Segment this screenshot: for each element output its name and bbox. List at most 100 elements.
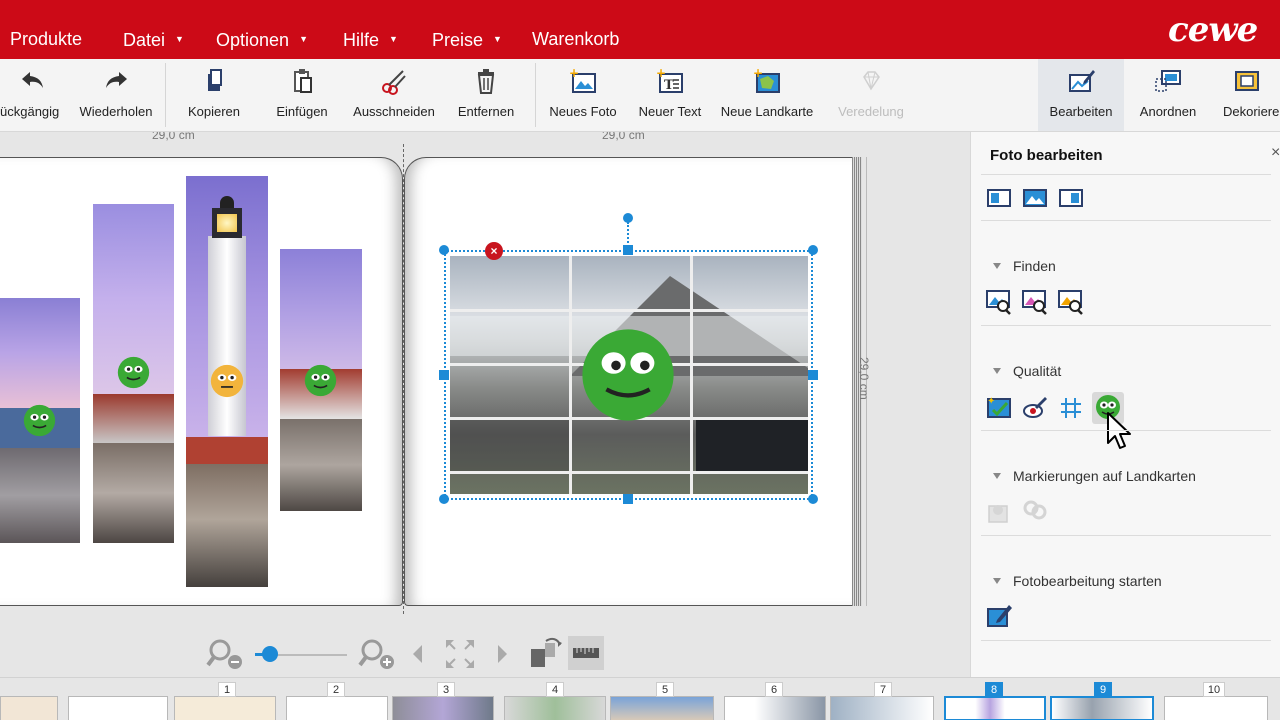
section-map-markers[interactable]: Markierungen auf Landkarten	[993, 468, 1196, 484]
collapse-icon	[993, 473, 1001, 479]
zoom-out-icon[interactable]	[206, 637, 244, 671]
page-thumbnail[interactable]	[504, 696, 606, 720]
page-thumbnail[interactable]	[724, 696, 826, 720]
book-spine	[403, 144, 404, 614]
page-number-selected: 8	[985, 682, 1003, 697]
diamond-icon	[863, 71, 880, 91]
cut-button[interactable]: Ausschneiden	[348, 59, 440, 131]
mouse-cursor-icon	[1107, 412, 1131, 449]
ruler-label-right: 29,0 cm	[602, 132, 645, 142]
canvas-workspace[interactable]: 29,0 cm 29,0 cm 29,0 cm ×	[0, 132, 970, 677]
resize-handle-se[interactable]	[808, 494, 818, 504]
page-number: 1	[218, 682, 236, 697]
section-find[interactable]: Finden	[993, 258, 1056, 274]
page-thumbnail-selected[interactable]	[1050, 696, 1154, 720]
resize-handle-n[interactable]	[623, 245, 633, 255]
resize-handle-w[interactable]	[439, 370, 449, 380]
page-thumbnail[interactable]	[174, 696, 276, 720]
zoom-in-icon[interactable]	[358, 637, 396, 671]
resize-handle-e[interactable]	[808, 370, 818, 380]
page-number: 7	[874, 682, 892, 697]
menu-optionen[interactable]: Optionen ▼	[216, 29, 308, 50]
add-text-icon: T+	[656, 67, 683, 93]
refinement-button[interactable]: Veredelung	[832, 59, 910, 131]
redo-button[interactable]: Wiederholen	[72, 59, 160, 131]
paste-icon	[294, 69, 312, 93]
auto-enhance-icon[interactable]: ✦	[985, 394, 1013, 422]
arrange-tab[interactable]: Anordnen	[1128, 59, 1208, 131]
menu-produkte[interactable]: Produkte	[10, 29, 82, 49]
resize-handle-nw[interactable]	[439, 245, 449, 255]
collapse-icon	[993, 368, 1001, 374]
decorate-tab[interactable]: Dekoriere	[1214, 59, 1280, 131]
zoom-slider-handle[interactable]	[262, 646, 278, 662]
page-number: 4	[546, 682, 564, 697]
divider	[981, 220, 1271, 221]
page-thumbnail[interactable]	[1164, 696, 1268, 720]
resize-handle-sw[interactable]	[439, 494, 449, 504]
toolbar: ückgängig Wiederholen Kopieren Einfügen …	[0, 59, 1280, 183]
divider	[981, 535, 1271, 536]
menu-preise[interactable]: Preise ▼	[432, 29, 502, 50]
chevron-down-icon: ▼	[175, 34, 184, 44]
arrange-icon	[1155, 70, 1181, 92]
delete-element-icon[interactable]: ×	[485, 242, 503, 260]
section-start-editing[interactable]: Fotobearbeitung starten	[993, 573, 1162, 589]
page-thumbnail[interactable]	[830, 696, 934, 720]
ruler-toggle-button[interactable]	[568, 636, 604, 670]
photo-fill-icon[interactable]	[1021, 184, 1049, 212]
next-page-icon[interactable]	[494, 643, 510, 665]
new-map-button[interactable]: + Neue Landkarte	[716, 59, 818, 131]
swap-pages-icon[interactable]	[528, 635, 564, 671]
svg-text:T: T	[664, 78, 674, 93]
page-thumbnail-cover[interactable]	[0, 696, 58, 720]
menu-hilfe[interactable]: Hilfe ▼	[343, 29, 398, 50]
edit-tab[interactable]: Bearbeiten	[1038, 59, 1124, 131]
page-thumbnail[interactable]	[286, 696, 388, 720]
page-thumbnail[interactable]	[68, 696, 168, 720]
page-number: 2	[327, 682, 345, 697]
menu-datei[interactable]: Datei ▼	[123, 29, 184, 50]
edit-photo-start-icon[interactable]	[985, 602, 1013, 630]
fit-page-icon[interactable]	[443, 637, 477, 671]
find-photo-icon[interactable]	[985, 287, 1013, 315]
grid-overlay-icon[interactable]	[1057, 394, 1085, 422]
chevron-down-icon: ▼	[493, 34, 502, 44]
chevron-down-icon: ▼	[299, 34, 308, 44]
page-thumbnail[interactable]	[392, 696, 494, 720]
remove-button[interactable]: Entfernen	[450, 59, 522, 131]
divider	[981, 430, 1271, 431]
menu-warenkorb[interactable]: Warenkorb	[532, 29, 619, 49]
zoom-bar	[0, 632, 970, 677]
red-eye-icon[interactable]	[1021, 394, 1049, 422]
previous-page-icon[interactable]	[410, 643, 426, 665]
new-text-button[interactable]: T + Neuer Text	[633, 59, 707, 131]
undo-icon	[22, 72, 43, 88]
copy-button[interactable]: Kopieren	[180, 59, 248, 131]
resize-handle-s[interactable]	[623, 494, 633, 504]
close-panel-icon[interactable]: ×	[1271, 144, 1280, 162]
map-pin-add-icon[interactable]	[985, 498, 1013, 526]
resize-handle-ne[interactable]	[808, 245, 818, 255]
page-thumbnail[interactable]	[610, 696, 714, 720]
photo-align-left-icon[interactable]	[985, 184, 1013, 212]
cewe-logo[interactable]: cewe	[1168, 10, 1258, 50]
page-thumbnail-selected[interactable]	[944, 696, 1046, 720]
rotate-handle[interactable]	[623, 213, 633, 223]
frame-icon	[1235, 71, 1259, 91]
paste-button[interactable]: Einfügen	[268, 59, 336, 131]
find-similar-icon[interactable]	[1021, 287, 1049, 315]
page-filmstrip: 1 2 3 4 5 6 7 8 9 10	[0, 677, 1280, 720]
photo-align-right-icon[interactable]	[1057, 184, 1085, 212]
svg-text:✦: ✦	[987, 396, 995, 407]
undo-button[interactable]: ückgängig	[0, 59, 66, 131]
section-quality[interactable]: Qualität	[993, 363, 1061, 379]
find-faces-icon[interactable]	[1057, 287, 1085, 315]
page-number: 3	[437, 682, 455, 697]
scissors-icon	[382, 70, 406, 95]
collapse-icon	[993, 263, 1001, 269]
map-pin-remove-icon[interactable]	[1021, 498, 1049, 526]
panel-title: Foto bearbeiten	[990, 147, 1103, 164]
page-number: 6	[765, 682, 783, 697]
new-photo-button[interactable]: + Neues Foto	[545, 59, 621, 131]
